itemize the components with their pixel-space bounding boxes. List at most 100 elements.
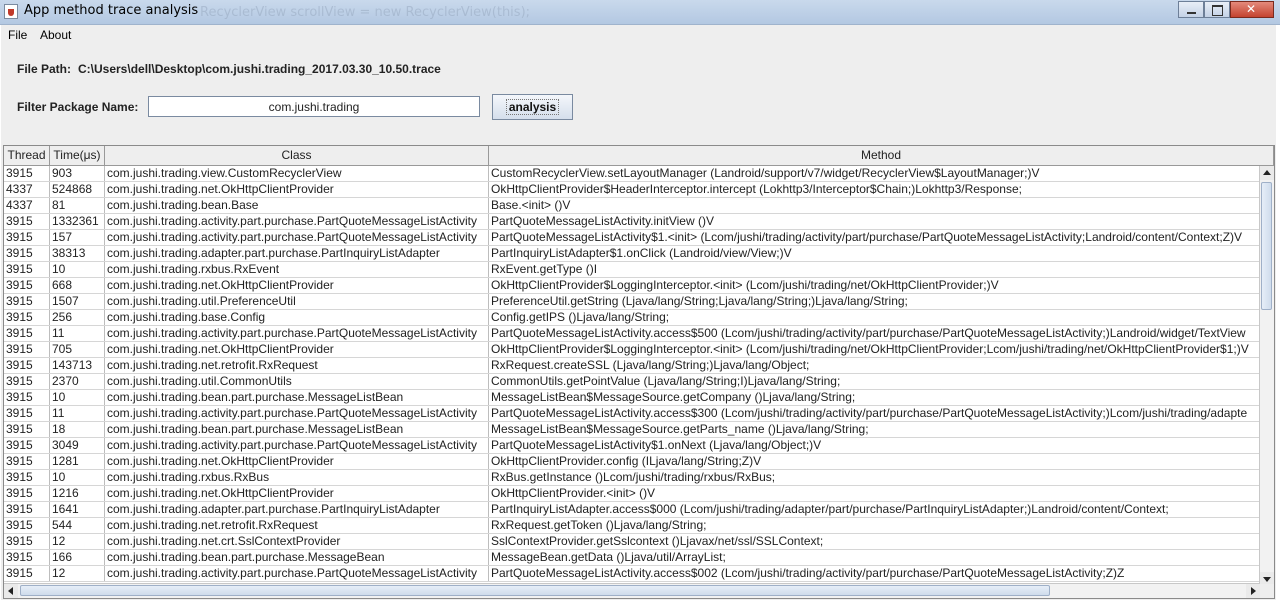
close-button[interactable] bbox=[1230, 1, 1274, 18]
thread-cell: 3915 bbox=[4, 502, 50, 517]
table-row[interactable]: 3915 544 com.jushi.trading.net.retrofit.Rx… bbox=[4, 518, 1260, 534]
class-cell: com.jushi.trading.activity.part.purchase… bbox=[105, 566, 489, 581]
table-row[interactable]: 3915 903 com.jushi.trading.view.CustomRecy… bbox=[4, 166, 1260, 182]
class-cell: com.jushi.trading.view.CustomRecyclerVie… bbox=[105, 166, 489, 181]
column-header-thread[interactable]: Thread bbox=[4, 146, 50, 165]
table-row[interactable]: 3915 11 com.jushi.trading.activity.part.pu… bbox=[4, 406, 1260, 422]
time-cell: 12 bbox=[50, 534, 105, 549]
thread-cell: 3915 bbox=[4, 358, 50, 373]
method-cell: Base.<init> ()V bbox=[489, 198, 1260, 213]
table-row[interactable]: 3915 166 com.jushi.trading.bean.part.purch… bbox=[4, 550, 1260, 566]
thread-cell: 3915 bbox=[4, 550, 50, 565]
column-header-class[interactable]: Class bbox=[105, 146, 489, 165]
vertical-scroll-thumb[interactable] bbox=[1261, 182, 1272, 310]
table-row[interactable]: 3915 1281 com.jushi.trading.net.OkHttpClie… bbox=[4, 454, 1260, 470]
thread-cell: 4337 bbox=[4, 198, 50, 213]
table-row[interactable]: 3915 1507 com.jushi.trading.util.Preferenc… bbox=[4, 294, 1260, 310]
time-cell: 544 bbox=[50, 518, 105, 533]
menu-file[interactable]: File bbox=[8, 28, 27, 42]
method-cell: PartQuoteMessageListActivity$1.onNext (L… bbox=[489, 438, 1260, 453]
scroll-right-arrow-icon[interactable] bbox=[1246, 584, 1260, 598]
table-row[interactable]: 3915 38313 com.jushi.trading.adapter.part.… bbox=[4, 246, 1260, 262]
method-cell: PartQuoteMessageListActivity.access$300 … bbox=[489, 406, 1260, 421]
title-bar: App method trace analysis RecyclerView s… bbox=[0, 0, 1280, 25]
file-path-value: C:\Users\dell\Desktop\com.jushi.trading_… bbox=[78, 62, 441, 76]
method-cell: CommonUtils.getPointValue (Ljava/lang/St… bbox=[489, 374, 1260, 389]
table-row[interactable]: 3915 18 com.jushi.trading.bean.part.purcha… bbox=[4, 422, 1260, 438]
scroll-left-arrow-icon[interactable] bbox=[4, 584, 18, 598]
table-header: Thread Time(μs) Class Method bbox=[4, 146, 1274, 166]
column-header-time[interactable]: Time(μs) bbox=[50, 146, 105, 165]
thread-cell: 3915 bbox=[4, 278, 50, 293]
method-cell: Config.getIPS ()Ljava/lang/String; bbox=[489, 310, 1260, 325]
method-cell: PartQuoteMessageListActivity$1.<init> (L… bbox=[489, 230, 1260, 245]
table-row[interactable]: 3915 1641 com.jushi.trading.adapter.part.p… bbox=[4, 502, 1260, 518]
table-row[interactable]: 3915 705 com.jushi.trading.net.OkHttpClien… bbox=[4, 342, 1260, 358]
time-cell: 81 bbox=[50, 198, 105, 213]
horizontal-scrollbar[interactable] bbox=[4, 583, 1260, 598]
method-cell: OkHttpClientProvider.config (ILjava/lang… bbox=[489, 454, 1260, 469]
table-row[interactable]: 3915 668 com.jushi.trading.net.OkHttpClien… bbox=[4, 278, 1260, 294]
time-cell: 705 bbox=[50, 342, 105, 357]
class-cell: com.jushi.trading.util.CommonUtils bbox=[105, 374, 489, 389]
thread-cell: 3915 bbox=[4, 518, 50, 533]
table-row[interactable]: 3915 1332361 com.jushi.trading.activity.pa… bbox=[4, 214, 1260, 230]
scroll-corner bbox=[1260, 584, 1274, 598]
class-cell: com.jushi.trading.activity.part.purchase… bbox=[105, 406, 489, 421]
table-row[interactable]: 3915 11 com.jushi.trading.activity.part.pu… bbox=[4, 326, 1260, 342]
class-cell: com.jushi.trading.net.OkHttpClientProvid… bbox=[105, 278, 489, 293]
time-cell: 668 bbox=[50, 278, 105, 293]
table-row[interactable]: 3915 3049 com.jushi.trading.activity.part.… bbox=[4, 438, 1260, 454]
table-row[interactable]: 3915 10 com.jushi.trading.bean.part.purcha… bbox=[4, 390, 1260, 406]
method-cell: SslContextProvider.getSslcontext ()Ljava… bbox=[489, 534, 1260, 549]
scroll-up-arrow-icon[interactable] bbox=[1260, 166, 1274, 180]
method-cell: PartQuoteMessageListActivity.initView ()… bbox=[489, 214, 1260, 229]
analysis-button[interactable]: analysis bbox=[492, 94, 573, 120]
table-row[interactable]: 3915 2370 com.jushi.trading.util.CommonUti… bbox=[4, 374, 1260, 390]
table-row[interactable]: 3915 10 com.jushi.trading.rxbus.RxBus RxBus… bbox=[4, 470, 1260, 486]
table-row[interactable]: 3915 10 com.jushi.trading.rxbus.RxEvent RxE… bbox=[4, 262, 1260, 278]
method-cell: OkHttpClientProvider$LoggingInterceptor.… bbox=[489, 278, 1260, 293]
class-cell: com.jushi.trading.rxbus.RxBus bbox=[105, 470, 489, 485]
method-cell: RxEvent.getType ()I bbox=[489, 262, 1260, 277]
time-cell: 10 bbox=[50, 390, 105, 405]
time-cell: 3049 bbox=[50, 438, 105, 453]
class-cell: com.jushi.trading.util.PreferenceUtil bbox=[105, 294, 489, 309]
table-row[interactable]: 3915 12 com.jushi.trading.activity.part.pu… bbox=[4, 566, 1260, 582]
table-row[interactable]: 4337 524868 com.jushi.trading.net.OkHttpCl… bbox=[4, 182, 1260, 198]
method-cell: PartInquiryListAdapter.access$000 (Lcom/… bbox=[489, 502, 1260, 517]
class-cell: com.jushi.trading.net.OkHttpClientProvid… bbox=[105, 342, 489, 357]
maximize-button[interactable] bbox=[1204, 1, 1230, 18]
main-panel: File About File Path: C:\Users\dell\Desk… bbox=[1, 25, 1276, 600]
method-cell: OkHttpClientProvider$HeaderInterceptor.i… bbox=[489, 182, 1260, 197]
vertical-scrollbar[interactable] bbox=[1259, 166, 1274, 586]
thread-cell: 3915 bbox=[4, 486, 50, 501]
class-cell: com.jushi.trading.rxbus.RxEvent bbox=[105, 262, 489, 277]
horizontal-scroll-thumb[interactable] bbox=[20, 585, 1050, 596]
method-cell: RxRequest.createSSL (Ljava/lang/String;)… bbox=[489, 358, 1260, 373]
class-cell: com.jushi.trading.bean.part.purchase.Mes… bbox=[105, 550, 489, 565]
table-row[interactable]: 3915 143713 com.jushi.trading.net.retrofit… bbox=[4, 358, 1260, 374]
table-row[interactable]: 3915 12 com.jushi.trading.net.crt.SslConte… bbox=[4, 534, 1260, 550]
class-cell: com.jushi.trading.net.retrofit.RxRequest bbox=[105, 358, 489, 373]
time-cell: 256 bbox=[50, 310, 105, 325]
thread-cell: 3915 bbox=[4, 310, 50, 325]
menu-about[interactable]: About bbox=[40, 28, 71, 42]
thread-cell: 3915 bbox=[4, 454, 50, 469]
class-cell: com.jushi.trading.bean.part.purchase.Mes… bbox=[105, 422, 489, 437]
filter-package-input[interactable] bbox=[148, 96, 480, 117]
method-cell: PartInquiryListAdapter$1.onClick (Landro… bbox=[489, 246, 1260, 261]
column-header-method[interactable]: Method bbox=[489, 146, 1274, 165]
time-cell: 166 bbox=[50, 550, 105, 565]
class-cell: com.jushi.trading.adapter.part.purchase.… bbox=[105, 502, 489, 517]
table-row[interactable]: 3915 1216 com.jushi.trading.net.OkHttpClie… bbox=[4, 486, 1260, 502]
table-row[interactable]: 4337 81 com.jushi.trading.bean.Base Base.<i… bbox=[4, 198, 1260, 214]
class-cell: com.jushi.trading.activity.part.purchase… bbox=[105, 326, 489, 341]
table-row[interactable]: 3915 157 com.jushi.trading.activity.part.p… bbox=[4, 230, 1260, 246]
thread-cell: 3915 bbox=[4, 566, 50, 581]
method-cell: MessageListBean$MessageSource.getParts_n… bbox=[489, 422, 1260, 437]
table-row[interactable]: 3915 256 com.jushi.trading.base.Config Conf… bbox=[4, 310, 1260, 326]
minimize-button[interactable] bbox=[1178, 1, 1204, 18]
background-window-text: RecyclerView scrollView = new RecyclerVi… bbox=[200, 5, 531, 20]
thread-cell: 3915 bbox=[4, 230, 50, 245]
